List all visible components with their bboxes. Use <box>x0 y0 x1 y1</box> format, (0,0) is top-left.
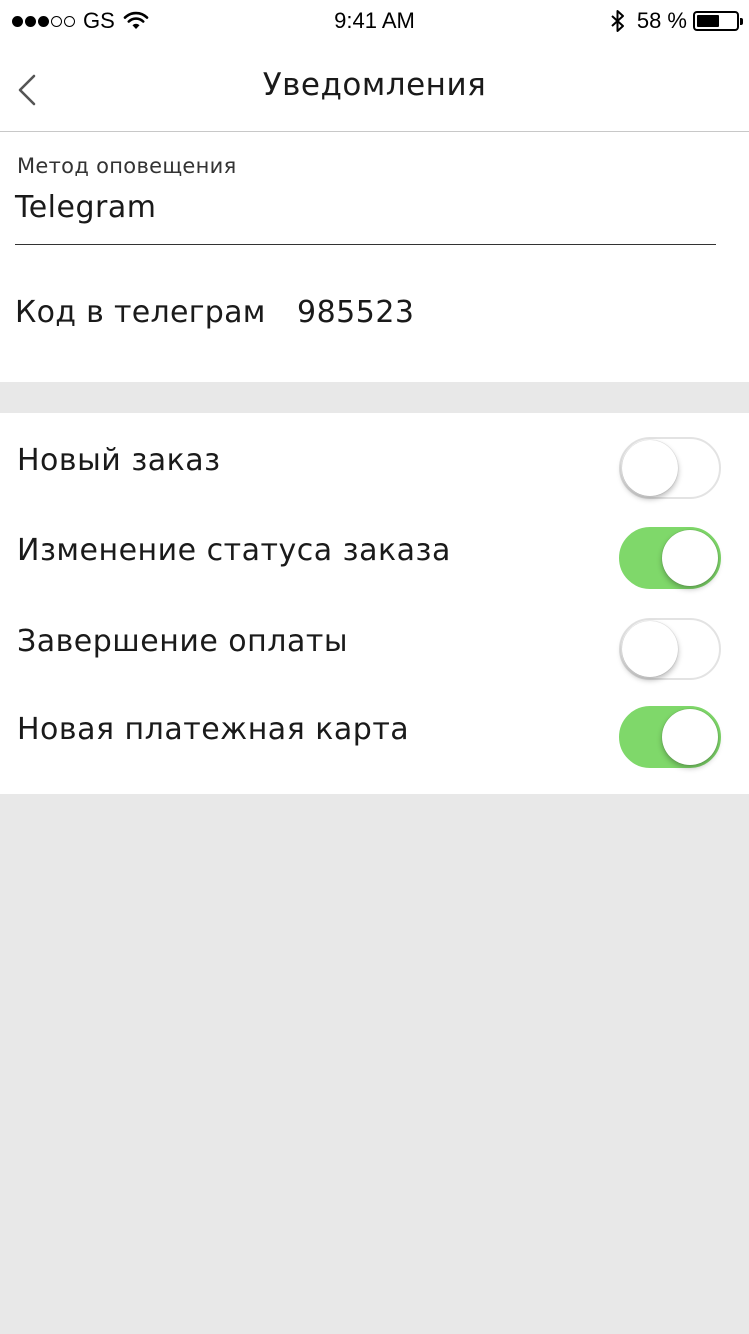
method-field[interactable]: Telegram <box>15 190 156 225</box>
switch-knob <box>622 621 678 677</box>
payment-complete-switch[interactable] <box>619 618 721 680</box>
notification-toggles: Новый заказ Изменение статуса заказа Зав… <box>0 413 749 794</box>
notification-method-section: Метод оповещения Telegram Код в телеграм… <box>0 132 749 382</box>
toggle-row-new-card: Новая платежная карта <box>0 690 749 770</box>
notifications-screen: GS 9:41 AM 58 % Уведомления Метод оповещ… <box>0 0 749 1334</box>
method-caption: Метод оповещения <box>17 154 237 178</box>
toggle-label: Новый заказ <box>17 443 221 478</box>
new-card-switch[interactable] <box>619 706 721 768</box>
toggle-row-order-status: Изменение статуса заказа <box>0 511 749 591</box>
new-order-switch[interactable] <box>619 437 721 499</box>
telegram-code-value: 985523 <box>297 295 415 330</box>
switch-knob <box>662 709 718 765</box>
status-right: 58 % <box>609 8 743 34</box>
toggle-row-new-order: Новый заказ <box>0 421 749 501</box>
switch-knob <box>622 440 678 496</box>
page-title: Уведомления <box>262 67 487 103</box>
battery-fill <box>697 15 720 27</box>
switch-knob <box>662 530 718 586</box>
method-field-underline <box>15 244 716 245</box>
toggle-label: Новая платежная карта <box>17 712 410 747</box>
status-bar: GS 9:41 AM 58 % <box>0 0 749 40</box>
navigation-bar: Уведомления <box>0 40 749 132</box>
battery-percent: 58 % <box>636 8 687 33</box>
order-status-switch[interactable] <box>619 527 721 589</box>
battery-icon <box>693 11 743 31</box>
toggle-label: Изменение статуса заказа <box>17 533 451 568</box>
toggle-row-payment-complete: Завершение оплаты <box>0 602 749 682</box>
bluetooth-icon <box>611 10 624 32</box>
toggle-label: Завершение оплаты <box>17 624 348 659</box>
telegram-code-label: Код в телеграм <box>15 295 266 330</box>
